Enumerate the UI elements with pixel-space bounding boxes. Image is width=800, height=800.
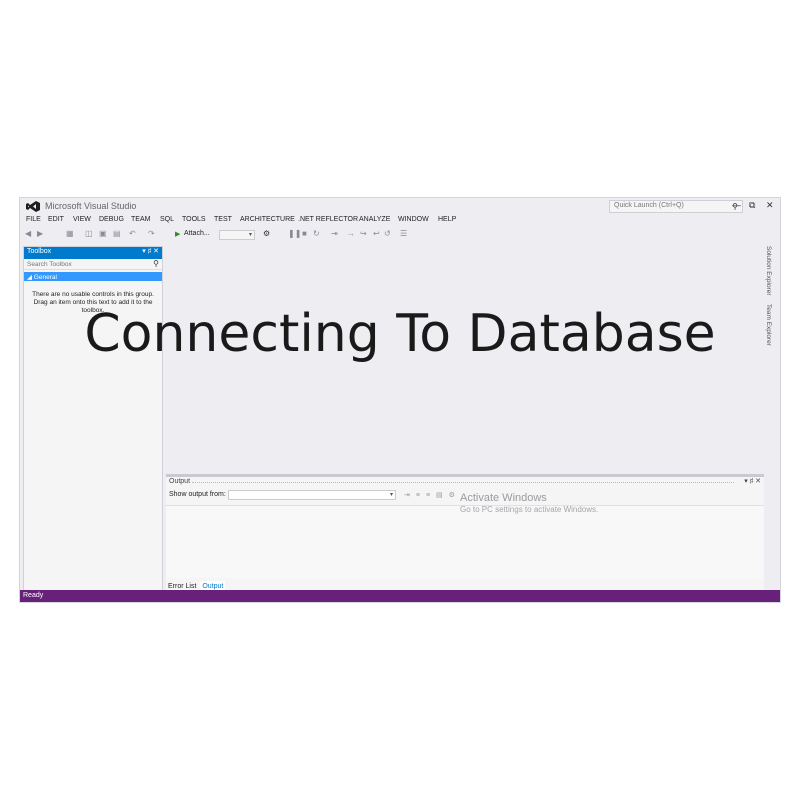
menu-bar: FILE EDIT VIEW DEBUG TEAM SQL TOOLS TEST… bbox=[20, 215, 780, 227]
search-icon[interactable]: ⚲ bbox=[153, 259, 159, 268]
output-title: Output bbox=[169, 478, 191, 485]
save-icon[interactable]: ▣ bbox=[99, 229, 107, 238]
output-header: Output ▾ ♯ ✕ bbox=[166, 477, 764, 489]
standard-toolbar: ◀ ▶ ▦ ◫ ▣ ▤ ↶ ↷ ▶ Attach... ▾ ⚙ ❚❚ ■ ↻ ⇥… bbox=[20, 228, 780, 242]
toolbox-panel: Toolbox ▾ ♯ ✕ Search Toolbox ⚲ ◢ General… bbox=[23, 246, 163, 593]
activate-windows-watermark: Activate Windows bbox=[460, 492, 547, 504]
restore-button[interactable]: ⧉ bbox=[749, 200, 755, 211]
menu-debug[interactable]: DEBUG bbox=[99, 216, 124, 223]
close-button[interactable]: ✕ bbox=[766, 200, 774, 211]
app-title: Microsoft Visual Studio bbox=[45, 201, 137, 211]
toolbox-title: Toolbox bbox=[27, 248, 52, 255]
activate-windows-hint: Go to PC settings to activate Windows. bbox=[460, 505, 599, 514]
menu-sql[interactable]: SQL bbox=[160, 216, 174, 223]
start-icon[interactable]: ▶ bbox=[175, 230, 180, 238]
tab-solution-explorer[interactable]: Solution Explorer bbox=[765, 246, 772, 296]
step-over-icon[interactable]: ↪ bbox=[360, 229, 367, 238]
menu-architecture[interactable]: ARCHITECTURE bbox=[240, 216, 295, 223]
browser-link-icon[interactable]: ⚙ bbox=[263, 229, 270, 238]
menu-tools[interactable]: TOOLS bbox=[182, 216, 206, 223]
pause-icon[interactable]: ❚❚ bbox=[288, 229, 301, 238]
overlay-title: Connecting To Database bbox=[84, 304, 716, 364]
toolbox-search-input[interactable]: Search Toolbox ⚲ bbox=[24, 259, 162, 270]
output-window-controls[interactable]: ▾ ♯ ✕ bbox=[744, 477, 761, 485]
menu-edit[interactable]: EDIT bbox=[48, 216, 64, 223]
refresh-icon[interactable]: ↺ bbox=[384, 229, 391, 238]
back-icon[interactable]: ◀ bbox=[25, 229, 31, 238]
menu-net-reflector[interactable]: .NET REFLECTOR bbox=[298, 216, 358, 223]
status-bar: Ready bbox=[20, 590, 780, 602]
minimize-button[interactable]: — bbox=[732, 200, 741, 210]
open-file-icon[interactable]: ◫ bbox=[85, 229, 93, 238]
menu-file[interactable]: FILE bbox=[26, 216, 41, 223]
hex-display-icon[interactable]: ☰ bbox=[400, 229, 407, 238]
solution-config-dropdown[interactable]: ▾ bbox=[219, 230, 255, 240]
new-project-icon[interactable]: ▦ bbox=[66, 229, 74, 238]
toolbox-window-controls[interactable]: ▾ ♯ ✕ bbox=[142, 247, 159, 255]
show-output-select[interactable]: ▾ bbox=[228, 490, 396, 500]
status-text: Ready bbox=[23, 592, 44, 599]
menu-window[interactable]: WINDOW bbox=[398, 216, 429, 223]
undo-icon[interactable]: ↶ bbox=[129, 229, 136, 238]
step-out-icon[interactable]: ↩ bbox=[373, 229, 380, 238]
stop-icon[interactable]: ■ bbox=[302, 229, 307, 238]
show-output-label: Show output from: bbox=[169, 491, 226, 498]
redo-icon[interactable]: ↷ bbox=[148, 229, 155, 238]
show-next-statement-icon[interactable]: ⇥ bbox=[331, 229, 338, 238]
menu-analyze[interactable]: ANALYZE bbox=[359, 216, 390, 223]
visual-studio-logo-icon bbox=[26, 201, 40, 212]
toolbox-search-placeholder: Search Toolbox bbox=[27, 261, 72, 268]
output-text-area[interactable] bbox=[166, 505, 764, 578]
menu-team[interactable]: TEAM bbox=[131, 216, 150, 223]
quick-launch-placeholder: Quick Launch (Ctrl+Q) bbox=[614, 202, 684, 209]
quick-launch-input[interactable]: Quick Launch (Ctrl+Q) ⚲ bbox=[609, 200, 743, 213]
header-divider bbox=[192, 482, 734, 483]
forward-icon[interactable]: ▶ bbox=[37, 229, 43, 238]
menu-help[interactable]: HELP bbox=[438, 216, 456, 223]
step-into-icon[interactable]: → bbox=[347, 229, 355, 238]
attach-button[interactable]: Attach... bbox=[184, 230, 210, 237]
save-all-icon[interactable]: ▤ bbox=[113, 229, 121, 238]
restart-icon[interactable]: ↻ bbox=[313, 229, 320, 238]
menu-view[interactable]: VIEW bbox=[73, 216, 91, 223]
visual-studio-window: Microsoft Visual Studio Quick Launch (Ct… bbox=[19, 197, 781, 603]
toolbox-group-general[interactable]: ◢ General bbox=[24, 272, 162, 281]
toolbox-header: Toolbox ▾ ♯ ✕ bbox=[24, 247, 162, 259]
menu-test[interactable]: TEST bbox=[214, 216, 232, 223]
title-bar: Microsoft Visual Studio Quick Launch (Ct… bbox=[20, 198, 780, 215]
output-toolbar-icons[interactable]: ⇥≡≡▤⚙ bbox=[404, 491, 461, 499]
